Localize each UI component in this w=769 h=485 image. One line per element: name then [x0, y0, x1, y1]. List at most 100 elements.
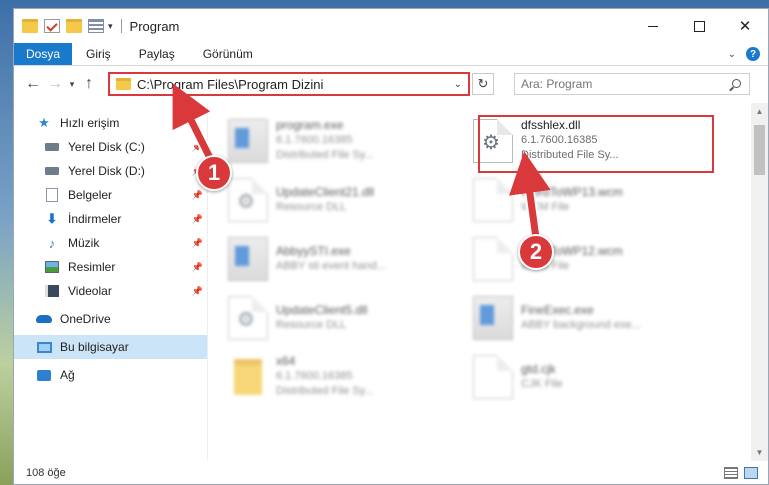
disk-icon — [44, 140, 60, 154]
pin-icon[interactable]: 📌 — [192, 190, 203, 201]
file-detail: Distributed File Sy... — [276, 385, 374, 397]
address-bar[interactable]: C:\Program Files\Program Dizini ⌄ — [108, 72, 470, 96]
forward-button[interactable]: → — [44, 75, 66, 93]
refresh-button[interactable]: ↻ — [472, 73, 494, 95]
search-icon[interactable] — [732, 79, 741, 88]
details-view-icon[interactable] — [724, 466, 738, 479]
file-item-updateclient5-dll[interactable]: UpdateClient5.dllResource DLL — [224, 288, 469, 347]
sidebar-item-this-pc[interactable]: Bu bilgisayar — [14, 335, 207, 359]
music-icon: ♪ — [48, 235, 56, 251]
search-input[interactable]: Ara: Program — [514, 73, 750, 95]
up-button[interactable]: ↑ — [78, 75, 100, 93]
quick-access-chevron-icon[interactable]: ▾ — [108, 21, 113, 32]
file-item-abbyysti-exe[interactable]: AbbyySTI.exe ABBY sti event hand... — [224, 229, 469, 288]
tab-home[interactable]: Giriş — [72, 43, 125, 65]
pictures-icon — [44, 260, 60, 274]
file-item-wordtowp13-wcm[interactable]: WordToWP13.wcm WCM File — [469, 170, 714, 229]
file-item-wordtowp12-wcm[interactable]: WordToWP12.wcmWCM File — [469, 229, 714, 288]
view-buttons — [724, 466, 768, 479]
file-item-updateclient21-dll[interactable]: UpdateClient21.dllResource DLL — [224, 170, 469, 229]
navigation-bar: ← → ▾ ↑ C:\Program Files\Program Dizini … — [14, 66, 768, 102]
sidebar-item-pictures[interactable]: Resimler 📌 — [14, 255, 207, 279]
sidebar-item-label: Hızlı erişim — [60, 116, 120, 130]
recent-locations-icon[interactable]: ▾ — [66, 79, 78, 90]
sidebar-item-label: Ağ — [60, 368, 75, 382]
sidebar-item-label: İndirmeler — [68, 212, 122, 226]
file-detail: Resource DLL — [276, 318, 347, 331]
pin-icon[interactable]: 📌 — [192, 214, 203, 225]
tab-view[interactable]: Görünüm — [189, 43, 267, 65]
help-icon[interactable]: ? — [746, 47, 760, 61]
file-item-program-exe[interactable]: program.exe 6.1.7600.16385 Distributed Fil… — [224, 111, 469, 170]
pin-icon[interactable]: 📌 — [192, 238, 203, 249]
file-detail: Resource DLL — [276, 200, 347, 213]
cloud-icon — [36, 312, 52, 326]
document-icon — [473, 177, 513, 222]
sidebar-item-videos[interactable]: Videolar 📌 — [14, 279, 207, 303]
download-icon: ⬇ — [46, 211, 58, 226]
folder-icon[interactable] — [22, 19, 38, 33]
search-placeholder: Ara: Program — [521, 77, 593, 91]
highlight-box — [478, 115, 714, 173]
explorer-window: ▾ Program ✕ Dosya Giriş Paylaş Görünüm ⌄… — [13, 8, 769, 485]
expand-ribbon-icon[interactable]: ⌄ — [728, 49, 736, 60]
scroll-down-icon[interactable]: ▼ — [751, 444, 768, 461]
checkmark-icon[interactable] — [44, 19, 60, 33]
document-icon — [473, 236, 513, 281]
star-icon: ★ — [38, 115, 50, 130]
pin-icon[interactable]: 📌 — [192, 262, 203, 273]
video-icon — [44, 284, 60, 298]
file-item-x64[interactable]: x64 6.1.7600.16385 Distributed File Sy... — [224, 347, 469, 406]
title-bar: ▾ Program ✕ — [14, 9, 768, 43]
sidebar-item-music[interactable]: ♪ Müzik 📌 — [14, 231, 207, 255]
sidebar-item-label: Müzik — [68, 236, 100, 250]
scroll-thumb[interactable] — [754, 125, 765, 175]
file-item-gtd-cjk[interactable]: gtd.cjk CJK File — [469, 347, 714, 406]
callout-1: 1 — [196, 155, 232, 191]
minimize-button[interactable] — [630, 9, 676, 43]
window-title: Program — [129, 18, 180, 34]
file-name: WordToWP13.wcm — [521, 184, 623, 199]
new-folder-icon[interactable] — [66, 19, 82, 33]
tab-share[interactable]: Paylaş — [125, 43, 189, 65]
sidebar-item-label: OneDrive — [60, 312, 111, 326]
ribbon-tabs: Dosya Giriş Paylaş Görünüm ⌄ ? — [14, 43, 768, 66]
maximize-button[interactable] — [676, 9, 722, 43]
sidebar-item-quick-access[interactable]: ★ Hızlı erişim — [14, 111, 207, 135]
file-name: UpdateClient5.dll — [276, 302, 368, 317]
sidebar-item-onedrive[interactable]: OneDrive — [14, 307, 207, 331]
sidebar-item-network[interactable]: Ağ — [14, 363, 207, 387]
pin-icon[interactable]: 📌 — [192, 286, 203, 297]
file-name: AbbyySTI.exe — [276, 243, 351, 258]
exe-icon — [228, 236, 268, 281]
file-detail: 6.1.7600.16385 — [276, 134, 353, 146]
window-controls: ✕ — [630, 9, 768, 43]
address-dropdown-icon[interactable]: ⌄ — [454, 79, 462, 90]
sidebar-item-local-disk-c[interactable]: Yerel Disk (C:) 📌 — [14, 135, 207, 159]
scroll-up-icon[interactable]: ▲ — [751, 103, 768, 120]
tab-file[interactable]: Dosya — [14, 43, 73, 65]
file-list: program.exe 6.1.7600.16385 Distributed Fil… — [208, 103, 751, 461]
properties-icon[interactable] — [88, 19, 104, 33]
file-name: program.exe — [276, 118, 344, 132]
callout-2: 2 — [518, 234, 554, 270]
address-path[interactable]: C:\Program Files\Program Dizini — [137, 77, 323, 92]
file-detail: CJK File — [521, 377, 563, 390]
file-detail: WCM File — [521, 200, 570, 213]
sidebar-item-label: Yerel Disk (C:) — [68, 140, 145, 154]
sidebar-item-label: Videolar — [68, 284, 112, 298]
file-name: gtd.cjk — [521, 361, 556, 376]
pin-icon[interactable]: 📌 — [192, 142, 203, 153]
large-icons-view-icon[interactable] — [744, 466, 758, 479]
sidebar-item-label: Belgeler — [68, 188, 113, 202]
sidebar-item-documents[interactable]: Belgeler 📌 — [14, 183, 207, 207]
back-button[interactable]: ← — [22, 75, 44, 93]
file-item-fineexec-exe[interactable]: FineExec.exe ABBY background exe... — [469, 288, 714, 347]
sidebar-item-downloads[interactable]: ⬇ İndirmeler 📌 — [14, 207, 207, 231]
sidebar-item-local-disk-d[interactable]: Yerel Disk (D:) 📌 — [14, 159, 207, 183]
file-name: x64 — [276, 354, 296, 368]
vertical-scrollbar[interactable]: ▲ ▼ — [751, 103, 768, 461]
close-button[interactable]: ✕ — [722, 9, 768, 43]
title-separator — [120, 19, 122, 33]
document-icon — [473, 354, 513, 399]
